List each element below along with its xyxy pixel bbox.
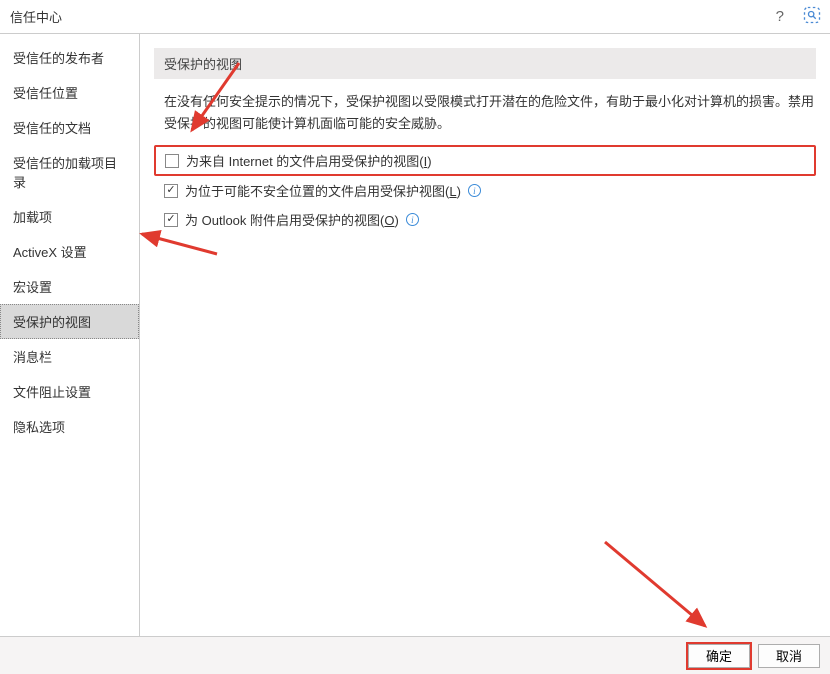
sidebar-item-addins[interactable]: 加载项 [0, 199, 139, 234]
sidebar-item-protected-view[interactable]: 受保护的视图 [0, 304, 139, 339]
sidebar-item-trusted-addin-catalogs[interactable]: 受信任的加载项目录 [0, 145, 139, 199]
cancel-button[interactable]: 取消 [758, 644, 820, 668]
content-pane: 受保护的视图 在没有任何安全提示的情况下，受保护视图以受限模式打开潜在的危险文件… [140, 34, 830, 636]
sidebar-item-message-bar[interactable]: 消息栏 [0, 339, 139, 374]
info-icon[interactable] [406, 213, 419, 226]
dialog-title: 信任中心 [10, 7, 62, 26]
smart-lookup-icon[interactable] [802, 5, 822, 28]
sidebar: 受信任的发布者 受信任位置 受信任的文档 受信任的加载项目录 加载项 Activ… [0, 34, 140, 636]
titlebar-actions: ? [776, 0, 822, 33]
sidebar-item-trusted-documents[interactable]: 受信任的文档 [0, 110, 139, 145]
checkbox-label: 为 Outlook 附件启用受保护的视图(O) [185, 210, 399, 229]
dialog-footer: 确定 取消 [0, 636, 830, 674]
sidebar-item-trusted-publishers[interactable]: 受信任的发布者 [0, 40, 139, 75]
sidebar-item-privacy[interactable]: 隐私选项 [0, 409, 139, 444]
checkbox-outlook-attachments[interactable]: 为 Outlook 附件启用受保护的视图(O) [154, 205, 816, 234]
ok-button[interactable]: 确定 [688, 644, 750, 668]
section-header: 受保护的视图 [154, 48, 816, 79]
sidebar-item-activex[interactable]: ActiveX 设置 [0, 234, 139, 269]
sidebar-item-trusted-locations[interactable]: 受信任位置 [0, 75, 139, 110]
checkbox-icon [165, 154, 179, 168]
sidebar-item-file-block[interactable]: 文件阻止设置 [0, 374, 139, 409]
annotation-arrow [595, 534, 715, 634]
info-icon[interactable] [468, 184, 481, 197]
checkbox-internet-files[interactable]: 为来自 Internet 的文件启用受保护的视图(I) [154, 145, 816, 176]
section-description: 在没有任何安全提示的情况下，受保护视图以受限模式打开潜在的危险文件，有助于最小化… [164, 91, 816, 135]
sidebar-item-macro[interactable]: 宏设置 [0, 269, 139, 304]
titlebar: 信任中心 ? [0, 0, 830, 34]
dialog-body: 受信任的发布者 受信任位置 受信任的文档 受信任的加载项目录 加载项 Activ… [0, 34, 830, 636]
checkbox-unsafe-locations[interactable]: 为位于可能不安全位置的文件启用受保护视图(L) [154, 176, 816, 205]
checkbox-icon [164, 184, 178, 198]
help-icon[interactable]: ? [776, 8, 784, 25]
checkbox-label: 为来自 Internet 的文件启用受保护的视图(I) [186, 151, 432, 170]
checkbox-label: 为位于可能不安全位置的文件启用受保护视图(L) [185, 181, 461, 200]
checkbox-icon [164, 213, 178, 227]
